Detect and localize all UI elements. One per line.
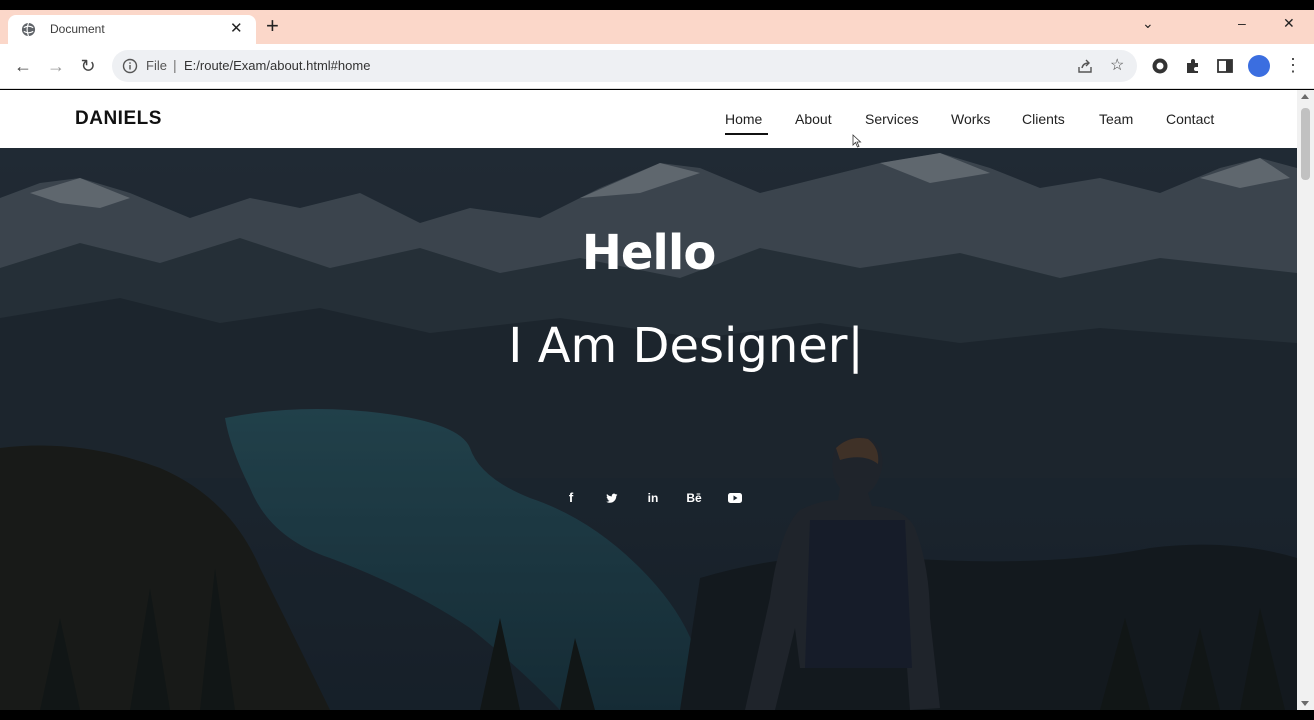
- nav-home[interactable]: Home: [725, 111, 769, 135]
- tab-search-icon[interactable]: ⌄: [1142, 14, 1154, 32]
- new-tab-button[interactable]: +: [266, 15, 279, 37]
- hero-section: Hello I Am Designer| f in Bē: [0, 148, 1297, 710]
- browser-toolbar: ← → ↻ File | E:/route/Exam/about.html#ho…: [0, 44, 1314, 89]
- browser-tab[interactable]: Document ✕: [8, 15, 256, 44]
- nav-team[interactable]: Team: [1099, 111, 1133, 127]
- hero-greeting: Hello: [581, 225, 717, 281]
- nav-works[interactable]: Works: [951, 111, 990, 127]
- address-bar[interactable]: File | E:/route/Exam/about.html#home ☆: [112, 50, 1137, 82]
- close-window-button[interactable]: ✕: [1283, 14, 1295, 32]
- nav-contact[interactable]: Contact: [1166, 111, 1214, 127]
- window-top-edge: [0, 0, 1314, 10]
- scroll-up-arrow-icon[interactable]: [1301, 94, 1309, 99]
- share-icon[interactable]: [1077, 58, 1093, 74]
- nav-clients[interactable]: Clients: [1022, 111, 1065, 127]
- nav-about[interactable]: About: [795, 111, 832, 127]
- site-info-icon[interactable]: [122, 58, 138, 74]
- nav-services[interactable]: Services: [865, 111, 919, 127]
- reload-button[interactable]: ↻: [77, 55, 99, 77]
- site-menu: Home About Services Works Clients Team C…: [0, 111, 1297, 135]
- site-navbar: DANIELS Home About Services Works Client…: [0, 90, 1297, 148]
- tab-title: Document: [50, 22, 105, 36]
- twitter-icon[interactable]: [602, 488, 622, 508]
- window-bottom-edge: [0, 710, 1314, 720]
- browser-menu-icon[interactable]: ⋮: [1284, 54, 1302, 76]
- forward-button[interactable]: →: [45, 55, 67, 77]
- linkedin-icon[interactable]: in: [643, 488, 663, 508]
- url-text[interactable]: E:/route/Exam/about.html#home: [184, 58, 370, 73]
- scroll-thumb[interactable]: [1301, 108, 1310, 180]
- hero-typed-role: I Am Designer|: [508, 318, 864, 374]
- back-button[interactable]: ←: [12, 55, 34, 77]
- facebook-icon[interactable]: f: [561, 488, 581, 508]
- bookmark-star-icon[interactable]: ☆: [1110, 56, 1124, 76]
- scroll-down-arrow-icon[interactable]: [1301, 701, 1309, 706]
- behance-icon[interactable]: Bē: [684, 488, 704, 508]
- page-scrollbar[interactable]: [1297, 90, 1314, 710]
- globe-icon: [21, 22, 36, 37]
- tab-close-icon[interactable]: ✕: [230, 19, 243, 39]
- extension-circle-icon[interactable]: [1150, 56, 1170, 76]
- side-panel-icon[interactable]: [1215, 56, 1235, 76]
- mouse-cursor-icon: [852, 134, 862, 148]
- extensions-puzzle-icon[interactable]: [1183, 56, 1203, 76]
- profile-avatar[interactable]: [1248, 55, 1270, 77]
- page-viewport: DANIELS Home About Services Works Client…: [0, 90, 1297, 710]
- youtube-icon[interactable]: [725, 488, 745, 508]
- url-separator: |: [173, 57, 177, 73]
- url-scheme: File: [146, 58, 167, 73]
- tab-bar: Document ✕ + ⌄ – ✕: [0, 10, 1314, 44]
- social-links: f in Bē: [561, 488, 751, 508]
- minimize-button[interactable]: –: [1238, 14, 1246, 32]
